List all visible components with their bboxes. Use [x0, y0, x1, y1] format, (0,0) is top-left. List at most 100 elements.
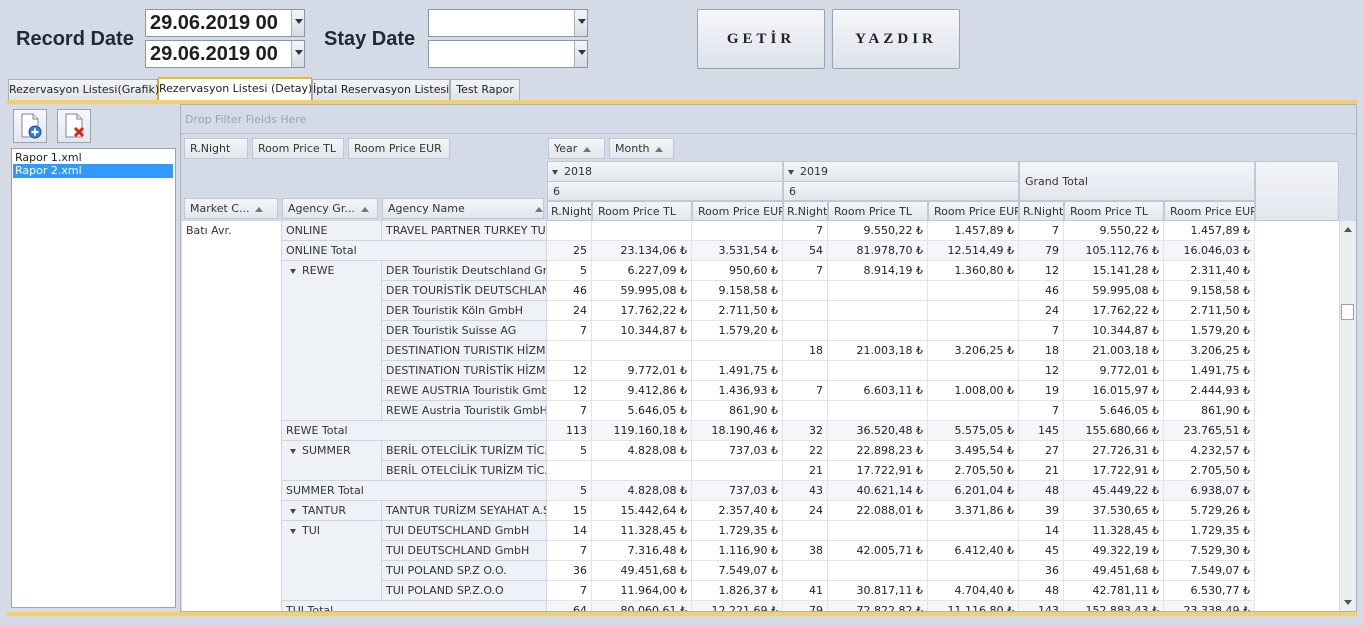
data-cell[interactable]: 155.680,66 ₺: [1064, 421, 1164, 441]
data-cell[interactable]: 36.520,48 ₺: [828, 421, 928, 441]
data-cell[interactable]: 6.227,09 ₺: [592, 261, 692, 281]
data-field-room-price-tl[interactable]: Room Price TL: [252, 138, 344, 159]
data-cell[interactable]: 18.190,46 ₺: [692, 421, 783, 441]
data-cell[interactable]: 18: [1019, 341, 1064, 361]
agency-name-row-header[interactable]: TRAVEL PARTNER TURKEY TU...: [382, 221, 547, 241]
column-field-year[interactable]: Year: [548, 138, 605, 159]
data-cell[interactable]: 1.729,35 ₺: [1164, 521, 1255, 541]
pivot-data-area[interactable]: Batı Avr. TRAVEL PARTNER TURKEY TU... 7 9.5…: [182, 221, 1339, 611]
stay-date-from-picker[interactable]: [428, 9, 588, 37]
data-cell[interactable]: 5.646,05 ₺: [592, 401, 692, 421]
group-total-row-header[interactable]: ONLINE Total: [282, 241, 547, 261]
measure-header[interactable]: Room Price EUR: [928, 201, 1019, 221]
data-cell[interactable]: 32: [783, 421, 828, 441]
data-cell[interactable]: [928, 321, 1019, 341]
data-cell[interactable]: [783, 321, 828, 341]
data-cell[interactable]: [783, 281, 828, 301]
data-cell[interactable]: 145: [1019, 421, 1064, 441]
data-cell[interactable]: 27: [1019, 441, 1064, 461]
data-cell[interactable]: 1.116,90 ₺: [692, 541, 783, 561]
data-cell[interactable]: 42.005,71 ₺: [828, 541, 928, 561]
data-cell[interactable]: 48: [1019, 481, 1064, 501]
group-total-row-header[interactable]: SUMMER Total: [282, 481, 547, 501]
data-cell[interactable]: 7: [1019, 221, 1064, 241]
data-cell[interactable]: 2.705,50 ₺: [928, 461, 1019, 481]
data-cell[interactable]: 1.436,93 ₺: [692, 381, 783, 401]
data-cell[interactable]: [928, 301, 1019, 321]
data-cell[interactable]: 3.206,25 ₺: [928, 341, 1019, 361]
data-cell[interactable]: [692, 341, 783, 361]
measure-header[interactable]: Room Price TL: [828, 201, 928, 221]
data-cell[interactable]: 9.412,86 ₺: [592, 381, 692, 401]
data-cell[interactable]: 950,60 ₺: [692, 261, 783, 281]
data-cell[interactable]: 105.112,76 ₺: [1064, 241, 1164, 261]
data-cell[interactable]: 2.311,40 ₺: [1164, 261, 1255, 281]
data-cell[interactable]: 1.579,20 ₺: [692, 321, 783, 341]
agency-name-row-header[interactable]: BERİL OTELCİLİK TURİZM TİC...: [382, 441, 547, 461]
data-cell[interactable]: 12: [1019, 261, 1064, 281]
data-cell[interactable]: 2.705,50 ₺: [1164, 461, 1255, 481]
agency-group-row-header[interactable]: TUI: [282, 521, 382, 601]
data-cell[interactable]: 4.828,08 ₺: [592, 481, 692, 501]
data-cell[interactable]: 7.549,07 ₺: [692, 561, 783, 581]
scroll-up-icon[interactable]: [1344, 227, 1352, 232]
data-cell[interactable]: 861,90 ₺: [1164, 401, 1255, 421]
data-cell[interactable]: 80.060,61 ₺: [592, 601, 692, 611]
collapse-icon[interactable]: [552, 169, 558, 175]
data-cell[interactable]: 79: [1019, 241, 1064, 261]
data-cell[interactable]: 7: [783, 381, 828, 401]
row-field-agency-name[interactable]: Agency Name: [382, 198, 544, 219]
data-cell[interactable]: 7: [547, 581, 592, 601]
data-cell[interactable]: 3.531,54 ₺: [692, 241, 783, 261]
data-cell[interactable]: [828, 361, 928, 381]
data-cell[interactable]: 43: [783, 481, 828, 501]
agency-name-row-header[interactable]: REWE Austria Touristik GmbH: [382, 401, 547, 421]
data-cell[interactable]: 2.357,40 ₺: [692, 501, 783, 521]
data-cell[interactable]: 45.449,22 ₺: [1064, 481, 1164, 501]
column-field-month[interactable]: Month: [609, 138, 674, 159]
chevron-down-icon[interactable]: [574, 41, 587, 67]
data-cell[interactable]: 7: [783, 221, 828, 241]
data-cell[interactable]: 46: [547, 281, 592, 301]
data-cell[interactable]: 59.995,08 ₺: [592, 281, 692, 301]
data-cell[interactable]: 19: [1019, 381, 1064, 401]
data-cell[interactable]: [928, 521, 1019, 541]
data-cell[interactable]: 7: [547, 541, 592, 561]
data-cell[interactable]: [928, 561, 1019, 581]
data-cell[interactable]: 24: [547, 301, 592, 321]
data-cell[interactable]: 21: [783, 461, 828, 481]
data-cell[interactable]: 40.621,14 ₺: [828, 481, 928, 501]
data-cell[interactable]: 9.772,01 ₺: [1064, 361, 1164, 381]
data-cell[interactable]: 49.451,68 ₺: [1064, 561, 1164, 581]
tab-rezervasyon-detay[interactable]: Rezervasyon Listesi (Detay): [158, 77, 312, 101]
data-cell[interactable]: 14: [547, 521, 592, 541]
data-cell[interactable]: 737,03 ₺: [692, 481, 783, 501]
agency-group-row-header[interactable]: TANTUR: [282, 501, 382, 521]
group-total-row-header[interactable]: TUI Total: [282, 601, 547, 611]
collapse-icon[interactable]: [290, 528, 296, 534]
data-cell[interactable]: 2.711,50 ₺: [1164, 301, 1255, 321]
chevron-down-icon[interactable]: [291, 10, 304, 36]
data-cell[interactable]: 12: [1019, 361, 1064, 381]
data-cell[interactable]: 11.328,45 ₺: [1064, 521, 1164, 541]
measure-header[interactable]: Room Price TL: [1064, 201, 1164, 221]
data-cell[interactable]: 6.530,77 ₺: [1164, 581, 1255, 601]
data-field-room-price-eur[interactable]: Room Price EUR: [348, 138, 450, 159]
data-cell[interactable]: 24: [783, 501, 828, 521]
agency-group-row-header[interactable]: REWE: [282, 261, 382, 421]
report-file-item[interactable]: Rapor 1.xml: [13, 151, 173, 165]
data-cell[interactable]: 37.530,65 ₺: [1064, 501, 1164, 521]
data-cell[interactable]: [928, 401, 1019, 421]
data-cell[interactable]: [783, 521, 828, 541]
data-cell[interactable]: 15: [547, 501, 592, 521]
data-cell[interactable]: 46: [1019, 281, 1064, 301]
data-cell[interactable]: [828, 521, 928, 541]
data-cell[interactable]: 1.008,00 ₺: [928, 381, 1019, 401]
stay-date-to-picker[interactable]: [428, 40, 588, 68]
data-cell[interactable]: 1.360,80 ₺: [928, 261, 1019, 281]
data-cell[interactable]: 7: [1019, 321, 1064, 341]
data-cell[interactable]: 17.722,91 ₺: [828, 461, 928, 481]
data-cell[interactable]: 16.015,97 ₺: [1064, 381, 1164, 401]
agency-name-row-header[interactable]: DESTINATION TURISTIK HİZM...: [382, 341, 547, 361]
agency-name-row-header[interactable]: TUI DEUTSCHLAND GmbH: [382, 521, 547, 541]
